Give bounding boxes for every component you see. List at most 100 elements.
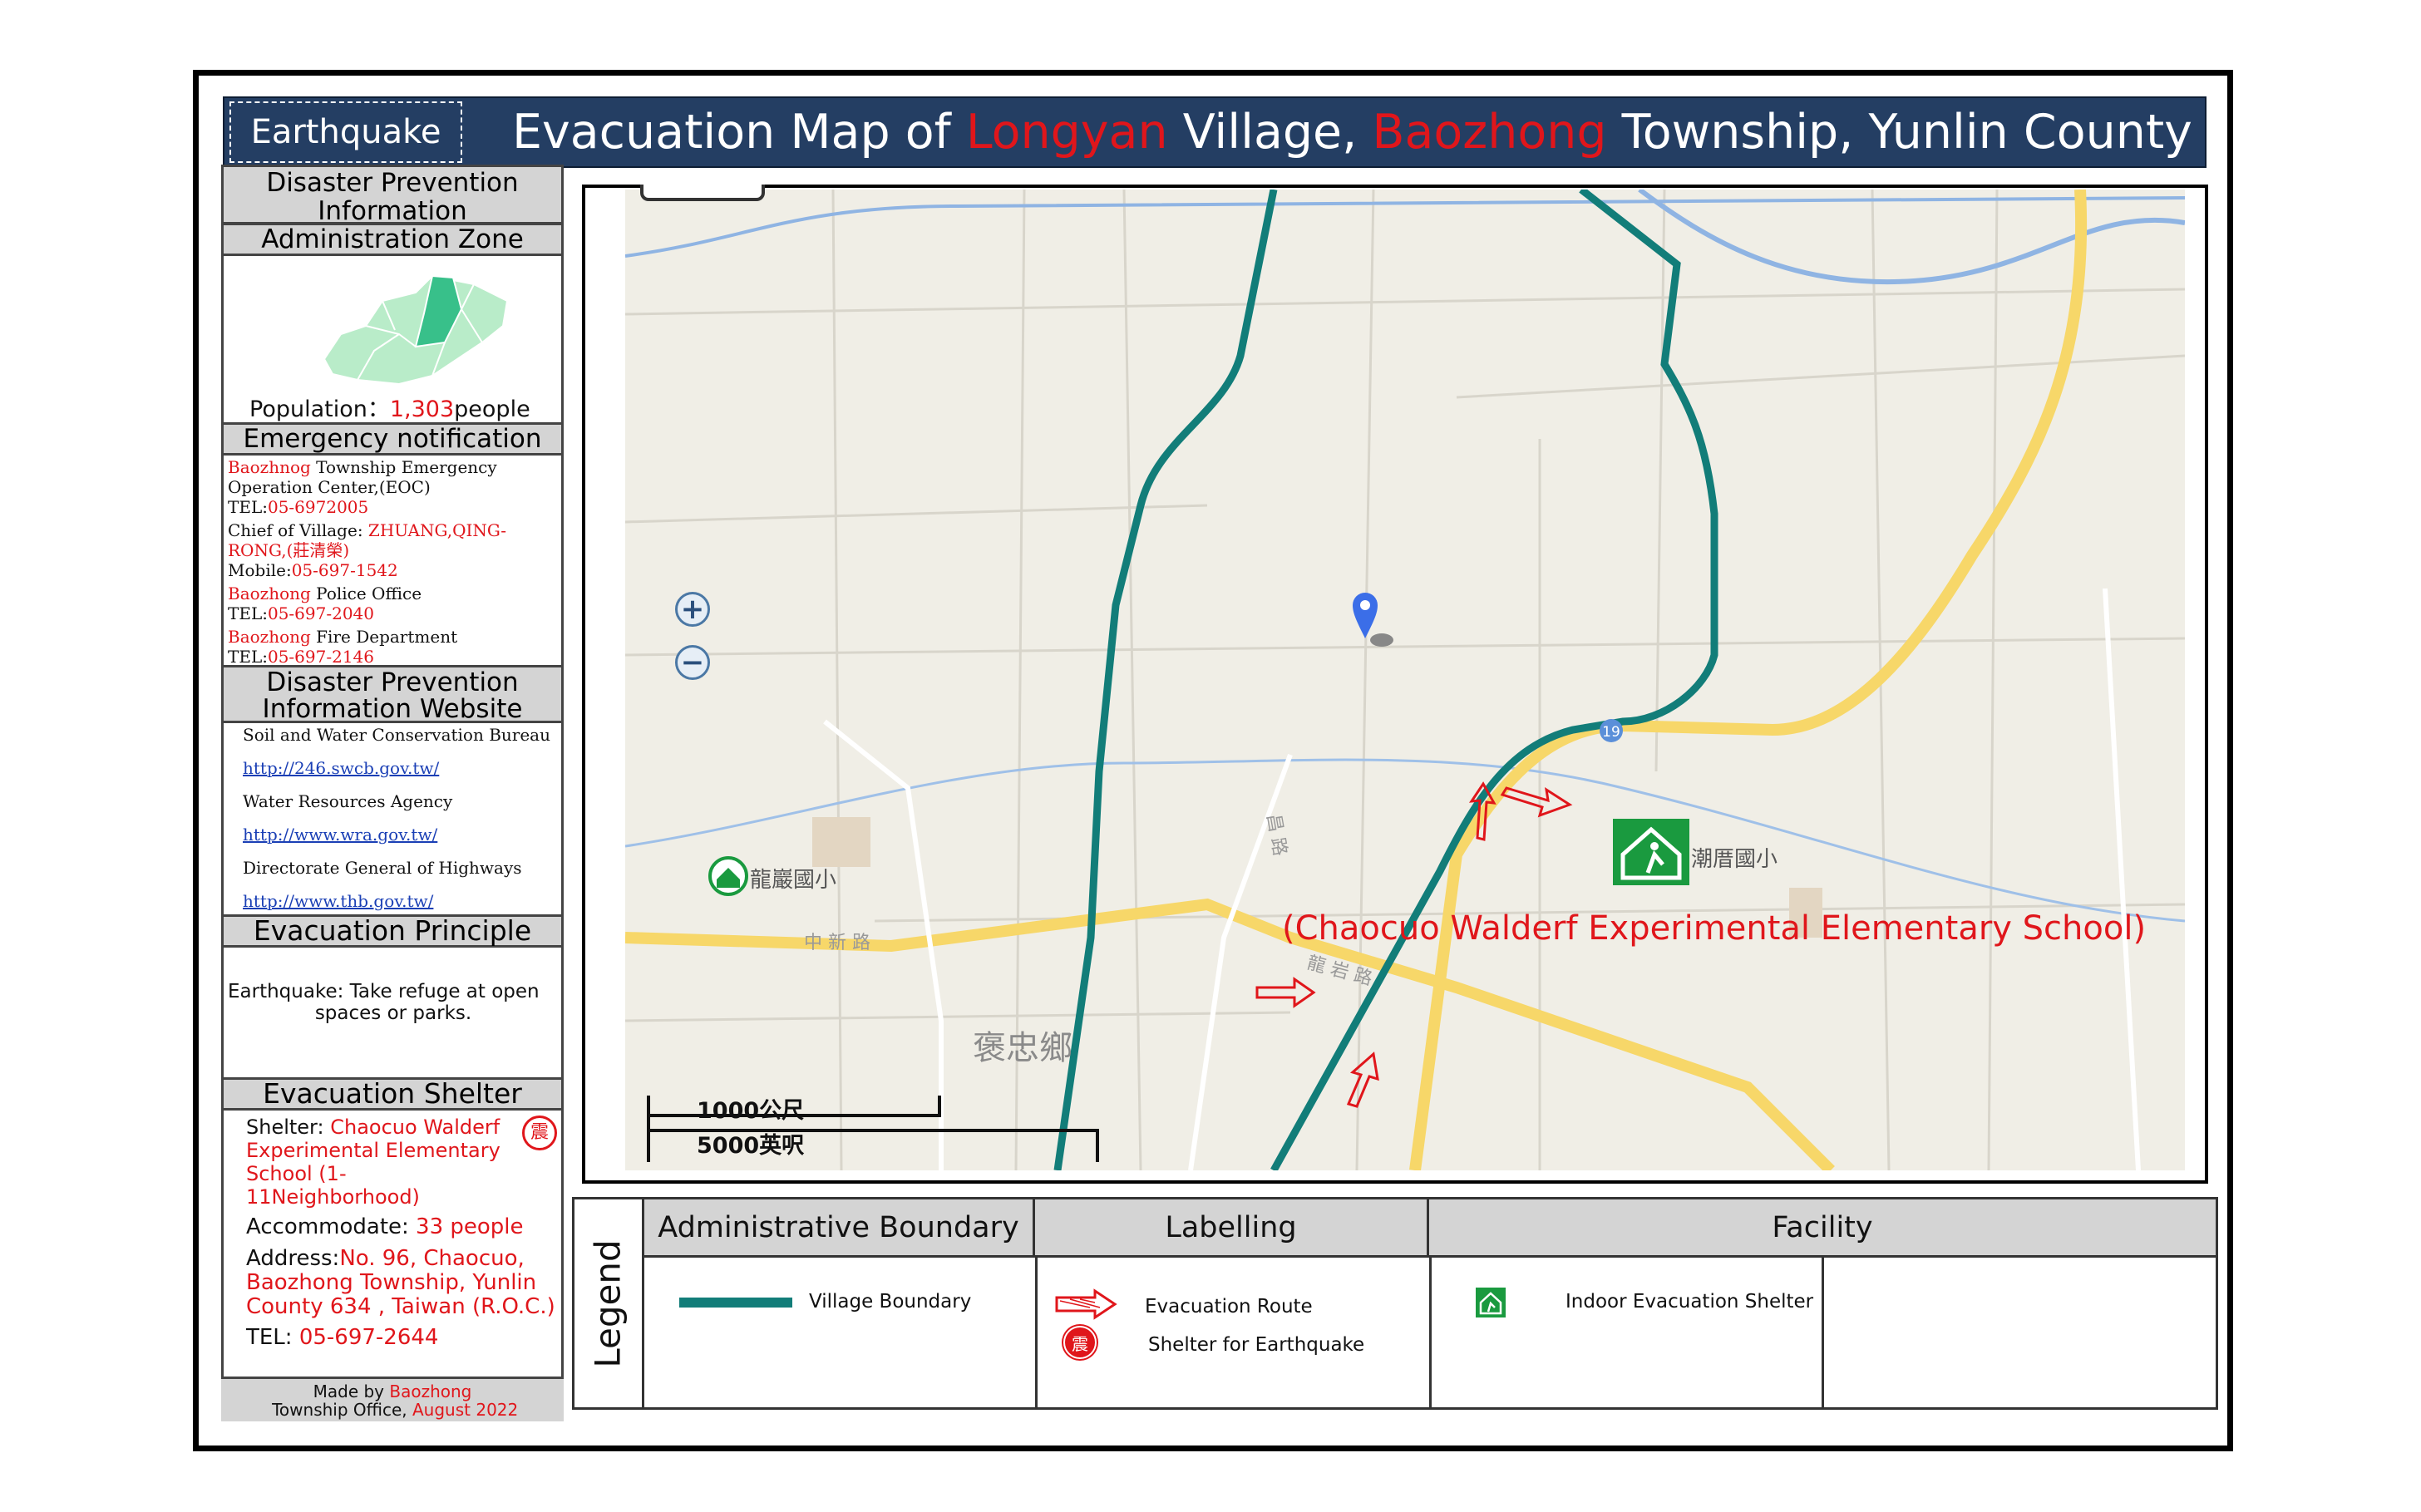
made-date: August 2022 (412, 1400, 519, 1420)
earthquake-shelter-icon: 震 (522, 1116, 557, 1150)
contact-name: Baozhnog (228, 457, 311, 477)
contact-org: Chief of Village: (228, 520, 368, 540)
legend-boundary-label: Village Boundary (809, 1291, 972, 1313)
legend-route-arrow (1055, 1288, 1117, 1320)
title-pre: Evacuation Map of (512, 105, 966, 160)
tel-value: 05-697-2040 (267, 603, 375, 623)
route-number: 19 (1602, 724, 1620, 741)
map-label-longyan-school: 龍巖國小 (750, 868, 837, 893)
website-link[interactable]: http://www.wra.gov.tw/ (243, 825, 559, 858)
website-link[interactable]: http://246.swcb.gov.tw/ (243, 758, 559, 791)
shelter-tel: TEL: 05-697-2644 (246, 1326, 557, 1349)
contact-chief: Chief of Village: ZHUANG,QING-RONG,(莊清榮)… (228, 520, 559, 584)
admin-zone-map (323, 274, 509, 386)
website-header: Disaster Prevention Information Website (221, 665, 564, 723)
title-township: Baozhong (1372, 105, 1607, 160)
emergency-header: Emergency notification (221, 422, 564, 456)
admin-zone-header: Administration Zone (221, 223, 564, 256)
tel-label: TEL: (246, 1325, 299, 1350)
village-boundary-east (1270, 190, 1718, 1170)
accommodate-value: 33 people (416, 1214, 524, 1239)
location-pin (1353, 593, 1393, 647)
contact-org: Fire Department (310, 627, 458, 647)
population-unit: people (454, 396, 530, 422)
hazard-tag: Earthquake (229, 101, 462, 163)
school-grounds-west (812, 817, 870, 867)
tel-value: 05-697-1542 (291, 560, 398, 580)
legend-divider (1429, 1258, 1432, 1407)
map-shelter-icon (1613, 819, 1689, 885)
made-by-post: Township Office, (266, 1400, 412, 1420)
legend-route-label: Evacuation Route (1145, 1296, 1313, 1317)
tel-value: 05-697-2644 (298, 1325, 439, 1350)
legend-col1-header: Administrative Boundary (644, 1199, 1035, 1258)
legend-col3-header: Facility (1429, 1199, 2216, 1258)
address: Address:No. 96, Chaocuo, Baozhong Townsh… (246, 1247, 557, 1319)
dp-info-header: Disaster Prevention Information (221, 165, 564, 225)
scale-label-meters: 1000公尺 (697, 1098, 805, 1124)
road-19 (1409, 190, 2088, 1170)
address-label: Address: (246, 1246, 340, 1271)
village-boundary-west (1053, 190, 1278, 1170)
contact-police: Baozhong Police Office TEL:05-697-2040 (228, 584, 559, 627)
scale-label-feet: 5000英呎 (697, 1133, 805, 1159)
made-by: Made by Baozhong Township Office, August… (221, 1377, 564, 1421)
website-list: Soil and Water Conservation Bureau http:… (243, 725, 559, 924)
legend-divider (1035, 1258, 1038, 1407)
page-title: Evacuation Map of Longyan Village, Baozh… (512, 101, 2192, 163)
contact-org: Police Office (310, 584, 422, 603)
tel-label: Mobile: (228, 560, 292, 580)
contact-eoc: Baozhnog Township Emergency Operation Ce… (228, 457, 559, 520)
river-north (625, 196, 2185, 258)
river-northeast (1638, 190, 2185, 284)
legend-divider (1822, 1258, 1824, 1407)
legend-col2-header: Labelling (1035, 1199, 1429, 1258)
tel-label: TEL: (228, 647, 268, 667)
map-school-icon-west (708, 856, 748, 896)
tel-label: TEL: (228, 603, 268, 623)
principle-line: spaces or parks. (314, 1002, 472, 1024)
shelter-info: 震 Shelter: Chaocuo Walderf Experimental … (246, 1116, 557, 1349)
tel-label: TEL: (228, 497, 268, 517)
shelter-label: Shelter: (246, 1116, 331, 1139)
map-label-township: 褒忠鄉 (973, 1029, 1072, 1067)
map-svg: 19 (625, 190, 2185, 1170)
legend-title: Legend (588, 1239, 629, 1368)
road-east (2103, 588, 2141, 1170)
tel-value: 05-697-2146 (267, 647, 375, 667)
zoom-out-button[interactable]: − (675, 645, 710, 680)
minor-roads (625, 190, 2185, 1170)
contact-fire: Baozhong Fire Department TEL:05-697-2146 (228, 627, 559, 667)
population-value: 1,303 (389, 396, 455, 422)
website-org: Soil and Water Conservation Bureau (243, 725, 550, 745)
principle-text: Earthquake: Take refuge at open spaces o… (228, 981, 559, 1024)
shelter-header: Evacuation Shelter (221, 1077, 564, 1111)
contact-name: Baozhong (228, 584, 311, 603)
made-by-pre: Made by (313, 1381, 390, 1401)
accommodate: Accommodate: 33 people (246, 1215, 557, 1239)
legend-earthquake-label: Shelter for Earthquake (1148, 1334, 1365, 1356)
population: Population：1,303people (249, 391, 530, 423)
township-shape (323, 274, 509, 386)
legend-title-cell: Legend (574, 1199, 644, 1407)
tel-value: 05-6972005 (267, 497, 369, 517)
population-label: Population： (249, 396, 390, 422)
title-post: Township, Yunlin County (1606, 105, 2192, 160)
title-village: Longyan (965, 105, 1168, 160)
contact-name: Baozhong (228, 627, 311, 647)
principle-header: Evacuation Principle (221, 914, 564, 948)
website-org: Directorate General of Highways (243, 858, 522, 878)
legend-earthquake-icon: 震 (1063, 1326, 1097, 1359)
accommodate-label: Accommodate: (246, 1214, 417, 1239)
made-by-office: Baozhong (389, 1381, 472, 1401)
map-label-school-english: (Chaocuo Walderf Experimental Elementary… (1282, 909, 2147, 948)
map-canvas[interactable]: 19 龍巖國小 潮厝國小 中 新 路 龍 岩 路 昌 路 褒忠鄉 (Chaocu… (625, 190, 2185, 1170)
map-tab-fragment (640, 185, 765, 201)
contact-list: Baozhnog Township Emergency Operation Ce… (228, 457, 559, 667)
principle-line: Earthquake: Take refuge at open (228, 981, 540, 1002)
legend-boundary-line (679, 1298, 792, 1308)
zoom-in-button[interactable]: + (675, 592, 710, 627)
legend-table: Legend Administrative Boundary Labelling… (572, 1197, 2218, 1410)
legend-indoor-label: Indoor Evacuation Shelter (1566, 1291, 1814, 1313)
map-label-shelter: 潮厝國小 (1691, 847, 1778, 872)
